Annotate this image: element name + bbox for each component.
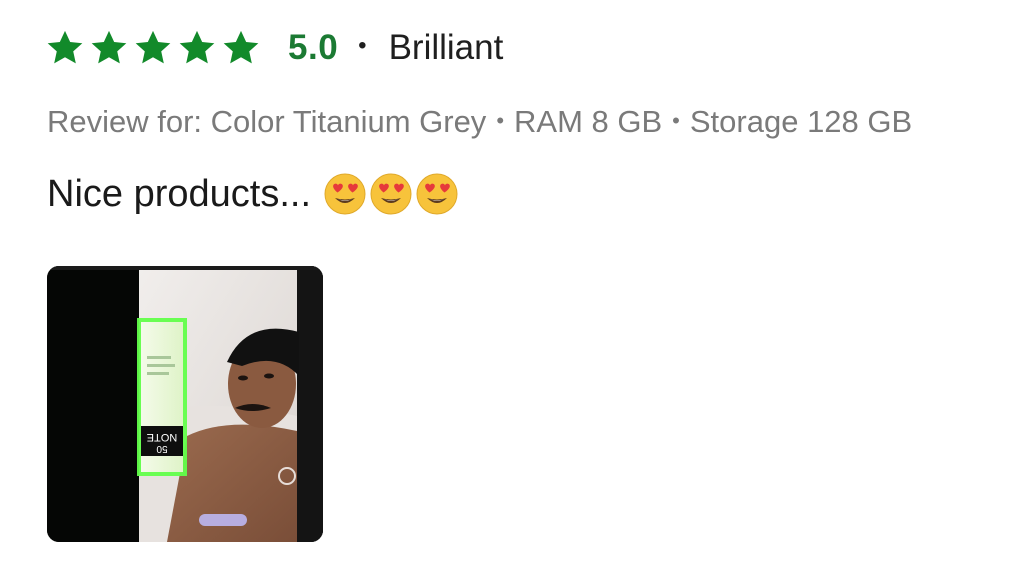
heart-eyes-emoji-icon [369, 172, 413, 216]
variant-color: Color Titanium Grey [210, 104, 487, 139]
review-text: Nice products... [47, 172, 311, 215]
review-photo-thumbnail[interactable]: NOTE 50 [47, 266, 323, 542]
variant-separator: • [672, 108, 680, 133]
star-rating [44, 27, 262, 69]
variant-prefix: Review for: [47, 104, 203, 139]
star-icon [132, 27, 174, 69]
heart-eyes-emoji-icon [415, 172, 459, 216]
rating-score: 5.0 [288, 28, 339, 67]
variant-separator: • [496, 108, 505, 133]
review-emojis [323, 172, 459, 216]
variant-details: Review for: Color Titanium Grey • RAM 8 … [47, 104, 912, 140]
product-box-text: NOTE [147, 431, 178, 443]
rating-verdict: Brilliant [388, 28, 504, 67]
variant-ram: RAM 8 GB [514, 104, 663, 139]
variant-storage: Storage 128 GB [689, 104, 913, 139]
review-card: 5.0 • Brilliant Review for: Color Titani… [0, 0, 1032, 581]
review-body: Nice products... [47, 172, 459, 216]
star-icon [44, 27, 86, 69]
star-icon [88, 27, 130, 69]
review-photo: NOTE 50 [47, 266, 323, 542]
star-icon [176, 27, 218, 69]
star-icon [220, 27, 262, 69]
product-box-text: 50 [156, 443, 168, 454]
separator-dot: • [358, 32, 367, 59]
rating-row: 5.0 • Brilliant [44, 26, 503, 70]
heart-eyes-emoji-icon [323, 172, 367, 216]
